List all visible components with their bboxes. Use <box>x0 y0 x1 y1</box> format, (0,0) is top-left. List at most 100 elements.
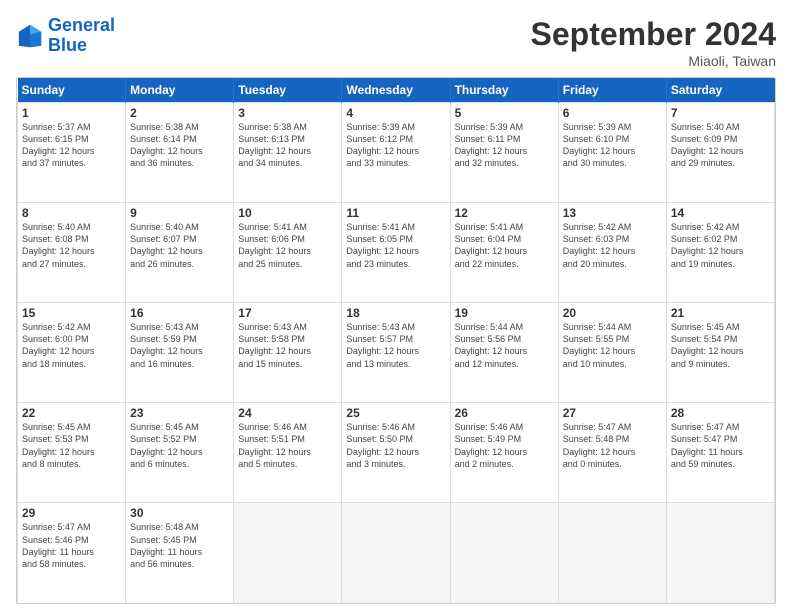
day-number: 5 <box>455 106 554 120</box>
header-row: Sunday Monday Tuesday Wednesday Thursday… <box>18 78 775 103</box>
logo-line1: General <box>48 15 115 35</box>
day-details: Sunrise: 5:44 AM Sunset: 5:56 PM Dayligh… <box>455 321 554 370</box>
table-row: 1Sunrise: 5:37 AM Sunset: 6:15 PM Daylig… <box>18 103 126 203</box>
day-details: Sunrise: 5:47 AM Sunset: 5:47 PM Dayligh… <box>671 421 770 470</box>
day-number: 26 <box>455 406 554 420</box>
calendar-row: 22Sunrise: 5:45 AM Sunset: 5:53 PM Dayli… <box>18 403 775 503</box>
calendar-row: 29Sunrise: 5:47 AM Sunset: 5:46 PM Dayli… <box>18 503 775 603</box>
day-number: 28 <box>671 406 770 420</box>
day-number: 1 <box>22 106 121 120</box>
day-details: Sunrise: 5:38 AM Sunset: 6:13 PM Dayligh… <box>238 121 337 170</box>
day-number: 13 <box>563 206 662 220</box>
logo-line2: Blue <box>48 35 87 55</box>
day-details: Sunrise: 5:44 AM Sunset: 5:55 PM Dayligh… <box>563 321 662 370</box>
table-row <box>666 503 774 603</box>
day-details: Sunrise: 5:37 AM Sunset: 6:15 PM Dayligh… <box>22 121 121 170</box>
table-row: 2Sunrise: 5:38 AM Sunset: 6:14 PM Daylig… <box>126 103 234 203</box>
table-row: 9Sunrise: 5:40 AM Sunset: 6:07 PM Daylig… <box>126 203 234 303</box>
table-row: 14Sunrise: 5:42 AM Sunset: 6:02 PM Dayli… <box>666 203 774 303</box>
day-number: 15 <box>22 306 121 320</box>
table-row: 13Sunrise: 5:42 AM Sunset: 6:03 PM Dayli… <box>558 203 666 303</box>
col-thursday: Thursday <box>450 78 558 103</box>
day-number: 19 <box>455 306 554 320</box>
day-details: Sunrise: 5:46 AM Sunset: 5:49 PM Dayligh… <box>455 421 554 470</box>
day-number: 11 <box>346 206 445 220</box>
day-number: 14 <box>671 206 770 220</box>
day-number: 4 <box>346 106 445 120</box>
table-row: 15Sunrise: 5:42 AM Sunset: 6:00 PM Dayli… <box>18 303 126 403</box>
page: General Blue September 2024 Miaoli, Taiw… <box>0 0 792 612</box>
day-details: Sunrise: 5:45 AM Sunset: 5:53 PM Dayligh… <box>22 421 121 470</box>
col-saturday: Saturday <box>666 78 774 103</box>
day-details: Sunrise: 5:39 AM Sunset: 6:10 PM Dayligh… <box>563 121 662 170</box>
table-row: 26Sunrise: 5:46 AM Sunset: 5:49 PM Dayli… <box>450 403 558 503</box>
calendar-row: 15Sunrise: 5:42 AM Sunset: 6:00 PM Dayli… <box>18 303 775 403</box>
day-details: Sunrise: 5:46 AM Sunset: 5:50 PM Dayligh… <box>346 421 445 470</box>
header: General Blue September 2024 Miaoli, Taiw… <box>16 16 776 69</box>
day-number: 20 <box>563 306 662 320</box>
table-row: 20Sunrise: 5:44 AM Sunset: 5:55 PM Dayli… <box>558 303 666 403</box>
table-row: 28Sunrise: 5:47 AM Sunset: 5:47 PM Dayli… <box>666 403 774 503</box>
day-details: Sunrise: 5:45 AM Sunset: 5:52 PM Dayligh… <box>130 421 229 470</box>
day-details: Sunrise: 5:48 AM Sunset: 5:45 PM Dayligh… <box>130 521 229 570</box>
table-row: 24Sunrise: 5:46 AM Sunset: 5:51 PM Dayli… <box>234 403 342 503</box>
day-details: Sunrise: 5:40 AM Sunset: 6:07 PM Dayligh… <box>130 221 229 270</box>
table-row: 10Sunrise: 5:41 AM Sunset: 6:06 PM Dayli… <box>234 203 342 303</box>
col-monday: Monday <box>126 78 234 103</box>
day-number: 18 <box>346 306 445 320</box>
day-details: Sunrise: 5:47 AM Sunset: 5:48 PM Dayligh… <box>563 421 662 470</box>
day-details: Sunrise: 5:42 AM Sunset: 6:02 PM Dayligh… <box>671 221 770 270</box>
day-details: Sunrise: 5:38 AM Sunset: 6:14 PM Dayligh… <box>130 121 229 170</box>
day-number: 17 <box>238 306 337 320</box>
calendar-row: 1Sunrise: 5:37 AM Sunset: 6:15 PM Daylig… <box>18 103 775 203</box>
day-number: 27 <box>563 406 662 420</box>
calendar: Sunday Monday Tuesday Wednesday Thursday… <box>16 77 776 604</box>
day-details: Sunrise: 5:41 AM Sunset: 6:06 PM Dayligh… <box>238 221 337 270</box>
day-details: Sunrise: 5:40 AM Sunset: 6:08 PM Dayligh… <box>22 221 121 270</box>
logo: General Blue <box>16 16 115 56</box>
table-row: 22Sunrise: 5:45 AM Sunset: 5:53 PM Dayli… <box>18 403 126 503</box>
table-row: 7Sunrise: 5:40 AM Sunset: 6:09 PM Daylig… <box>666 103 774 203</box>
table-row <box>450 503 558 603</box>
table-row: 19Sunrise: 5:44 AM Sunset: 5:56 PM Dayli… <box>450 303 558 403</box>
day-number: 23 <box>130 406 229 420</box>
col-wednesday: Wednesday <box>342 78 450 103</box>
table-row: 16Sunrise: 5:43 AM Sunset: 5:59 PM Dayli… <box>126 303 234 403</box>
month-title: September 2024 <box>531 16 776 53</box>
day-number: 10 <box>238 206 337 220</box>
table-row: 3Sunrise: 5:38 AM Sunset: 6:13 PM Daylig… <box>234 103 342 203</box>
day-details: Sunrise: 5:43 AM Sunset: 5:57 PM Dayligh… <box>346 321 445 370</box>
table-row: 17Sunrise: 5:43 AM Sunset: 5:58 PM Dayli… <box>234 303 342 403</box>
table-row: 27Sunrise: 5:47 AM Sunset: 5:48 PM Dayli… <box>558 403 666 503</box>
table-row <box>234 503 342 603</box>
table-row: 5Sunrise: 5:39 AM Sunset: 6:11 PM Daylig… <box>450 103 558 203</box>
day-details: Sunrise: 5:43 AM Sunset: 5:58 PM Dayligh… <box>238 321 337 370</box>
calendar-table: Sunday Monday Tuesday Wednesday Thursday… <box>17 78 775 603</box>
day-number: 9 <box>130 206 229 220</box>
table-row: 6Sunrise: 5:39 AM Sunset: 6:10 PM Daylig… <box>558 103 666 203</box>
day-details: Sunrise: 5:40 AM Sunset: 6:09 PM Dayligh… <box>671 121 770 170</box>
day-number: 30 <box>130 506 229 520</box>
table-row <box>342 503 450 603</box>
title-block: September 2024 Miaoli, Taiwan <box>531 16 776 69</box>
table-row: 30Sunrise: 5:48 AM Sunset: 5:45 PM Dayli… <box>126 503 234 603</box>
logo-text: General Blue <box>48 16 115 56</box>
day-number: 16 <box>130 306 229 320</box>
day-details: Sunrise: 5:46 AM Sunset: 5:51 PM Dayligh… <box>238 421 337 470</box>
table-row: 4Sunrise: 5:39 AM Sunset: 6:12 PM Daylig… <box>342 103 450 203</box>
day-number: 22 <box>22 406 121 420</box>
day-details: Sunrise: 5:39 AM Sunset: 6:12 PM Dayligh… <box>346 121 445 170</box>
col-friday: Friday <box>558 78 666 103</box>
location: Miaoli, Taiwan <box>531 53 776 69</box>
table-row: 21Sunrise: 5:45 AM Sunset: 5:54 PM Dayli… <box>666 303 774 403</box>
day-details: Sunrise: 5:42 AM Sunset: 6:00 PM Dayligh… <box>22 321 121 370</box>
table-row: 8Sunrise: 5:40 AM Sunset: 6:08 PM Daylig… <box>18 203 126 303</box>
day-number: 6 <box>563 106 662 120</box>
day-number: 24 <box>238 406 337 420</box>
table-row: 12Sunrise: 5:41 AM Sunset: 6:04 PM Dayli… <box>450 203 558 303</box>
day-number: 8 <box>22 206 121 220</box>
day-number: 2 <box>130 106 229 120</box>
day-number: 7 <box>671 106 770 120</box>
logo-icon <box>16 22 44 50</box>
day-number: 29 <box>22 506 121 520</box>
